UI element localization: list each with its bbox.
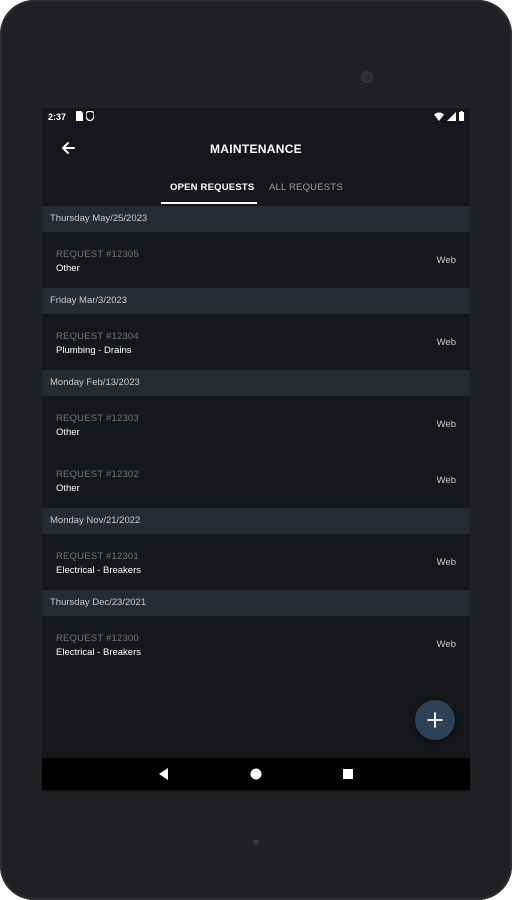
request-row[interactable]: REQUEST #12300 Electrical - Breakers Web — [42, 616, 470, 672]
request-source: Web — [436, 557, 456, 568]
request-number: REQUEST #12305 — [56, 249, 139, 260]
request-category: Other — [56, 263, 80, 274]
wifi-icon — [434, 112, 444, 121]
request-category: Other — [56, 427, 80, 438]
request-number: REQUEST #12303 — [56, 413, 139, 424]
request-row[interactable]: REQUEST #12303 Other Web — [42, 396, 470, 452]
date-header: Monday Feb/13/2023 — [42, 370, 470, 396]
date-header: Friday Mar/3/2023 — [42, 288, 470, 314]
microphone — [253, 839, 259, 845]
status-icons-left — [76, 111, 94, 121]
plus-icon — [427, 712, 443, 728]
tab-open-requests[interactable]: OPEN REQUESTS — [170, 182, 254, 193]
shield-icon — [86, 111, 94, 121]
add-request-button[interactable] — [415, 700, 455, 740]
app-bar: MAINTENANCE — [42, 126, 470, 170]
request-source: Web — [436, 255, 456, 266]
request-source: Web — [436, 419, 456, 430]
sim-card-icon — [76, 111, 83, 121]
tablet-device: 2:37 MAINTENANCE OPEN REQUESTS ALL REQUE… — [0, 0, 512, 900]
date-header: Thursday Dec/23/2021 — [42, 590, 470, 616]
request-number: REQUEST #12301 — [56, 551, 139, 562]
screen: 2:37 MAINTENANCE OPEN REQUESTS ALL REQUE… — [42, 108, 470, 792]
request-number: REQUEST #12302 — [56, 469, 139, 480]
date-header: Thursday May/25/2023 — [42, 206, 470, 232]
request-category: Other — [56, 483, 80, 494]
status-time: 2:37 — [48, 112, 67, 122]
system-nav-bar — [42, 758, 470, 790]
signal-icon — [447, 111, 456, 121]
request-row[interactable]: REQUEST #12302 Other Web — [42, 452, 470, 508]
request-source: Web — [436, 337, 456, 348]
status-icons-right — [434, 111, 464, 121]
request-list: Thursday May/25/2023 REQUEST #12305 Othe… — [42, 206, 470, 672]
nav-home-icon[interactable] — [248, 766, 264, 782]
request-category: Plumbing - Drains — [56, 345, 132, 356]
request-row[interactable]: REQUEST #12305 Other Web — [42, 232, 470, 288]
request-source: Web — [436, 475, 456, 486]
request-category: Electrical - Breakers — [56, 647, 141, 658]
request-number: REQUEST #12300 — [56, 633, 139, 644]
request-row[interactable]: REQUEST #12304 Plumbing - Drains Web — [42, 314, 470, 370]
status-bar: 2:37 — [42, 108, 470, 126]
request-category: Electrical - Breakers — [56, 565, 141, 576]
tab-bar: OPEN REQUESTS ALL REQUESTS — [42, 172, 470, 206]
nav-back-icon[interactable] — [156, 766, 172, 782]
request-row[interactable]: REQUEST #12301 Electrical - Breakers Web — [42, 534, 470, 590]
active-tab-indicator — [161, 202, 257, 204]
page-title: MAINTENANCE — [210, 142, 302, 156]
request-number: REQUEST #12304 — [56, 331, 139, 342]
request-source: Web — [436, 639, 456, 650]
tab-all-requests[interactable]: ALL REQUESTS — [269, 182, 343, 193]
nav-recents-icon[interactable] — [340, 766, 356, 782]
date-header: Monday Nov/21/2022 — [42, 508, 470, 534]
battery-icon — [459, 111, 464, 121]
front-camera — [361, 71, 373, 83]
